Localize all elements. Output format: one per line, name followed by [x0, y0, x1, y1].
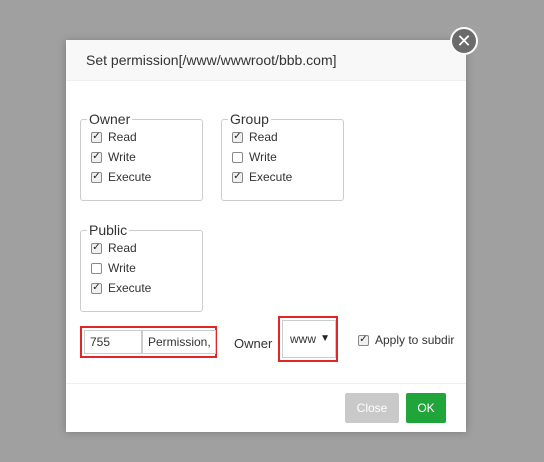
group-permissions-group: Group ✓ Read Write ✓ Execute	[221, 111, 344, 201]
permission-label-field: Permission,	[142, 330, 216, 354]
checkmark-icon[interactable]: ✓	[91, 171, 102, 183]
dialog-title: Set permission[/www/wwwroot/bbb.com]	[66, 40, 466, 81]
checkmark-icon[interactable]: ✓	[232, 171, 243, 183]
checkmark-icon[interactable]: ✓	[91, 282, 102, 294]
dialog-footer: Close OK	[66, 383, 466, 432]
owner-legend: Owner	[89, 111, 131, 127]
permission-controls: 755 Permission, Owner www ▼ ✓ Apply to s…	[80, 316, 466, 362]
close-x-icon[interactable]: ✕	[450, 27, 478, 55]
group-write-row[interactable]: Write	[222, 147, 343, 167]
public-read-label: Read	[108, 241, 137, 255]
permission-highlight: 755 Permission,	[80, 326, 217, 358]
apply-to-subdirs-label: Apply to subdir	[375, 333, 455, 347]
checkmark-icon[interactable]: ✓	[232, 131, 243, 143]
close-button[interactable]: Close	[345, 393, 399, 423]
apply-to-subdirs[interactable]: ✓ Apply to subdir	[358, 333, 454, 347]
owner-write-row[interactable]: ✓ Write	[81, 147, 202, 167]
owner-write-label: Write	[108, 150, 136, 164]
public-read-row[interactable]: ✓ Read	[81, 238, 202, 258]
checkbox-icon[interactable]	[91, 262, 102, 274]
public-permissions-group: Public ✓ Read Write ✓ Execute	[80, 222, 203, 312]
owner-select-value: www	[290, 332, 316, 346]
public-execute-label: Execute	[108, 281, 152, 295]
group-read-label: Read	[249, 130, 278, 144]
group-read-row[interactable]: ✓ Read	[222, 127, 343, 147]
permission-number-input[interactable]: 755	[84, 330, 142, 354]
owner-select[interactable]: www ▼	[282, 320, 336, 358]
group-write-label: Write	[249, 150, 277, 164]
owner-execute-label: Execute	[108, 170, 152, 184]
group-execute-label: Execute	[249, 170, 293, 184]
owner-read-row[interactable]: ✓ Read	[81, 127, 202, 147]
checkmark-icon[interactable]: ✓	[358, 334, 369, 346]
public-execute-row[interactable]: ✓ Execute	[81, 278, 202, 298]
group-execute-row[interactable]: ✓ Execute	[222, 167, 343, 187]
owner-execute-row[interactable]: ✓ Execute	[81, 167, 202, 187]
checkmark-icon[interactable]: ✓	[91, 131, 102, 143]
public-write-row[interactable]: Write	[81, 258, 202, 278]
checkmark-icon[interactable]: ✓	[91, 242, 102, 254]
public-write-label: Write	[108, 261, 136, 275]
group-legend: Group	[230, 111, 269, 127]
public-legend: Public	[89, 222, 128, 238]
permission-dialog: Set permission[/www/wwwroot/bbb.com] Own…	[66, 40, 466, 432]
checkbox-icon[interactable]	[232, 151, 243, 163]
ok-button[interactable]: OK	[406, 393, 446, 423]
owner-highlight: www ▼	[278, 316, 338, 362]
owner-read-label: Read	[108, 130, 137, 144]
owner-select-label: Owner	[234, 336, 273, 351]
dropdown-caret-icon: ▼	[320, 333, 330, 344]
checkmark-icon[interactable]: ✓	[91, 151, 102, 163]
owner-permissions-group: Owner ✓ Read ✓ Write ✓ Execute	[80, 111, 203, 201]
